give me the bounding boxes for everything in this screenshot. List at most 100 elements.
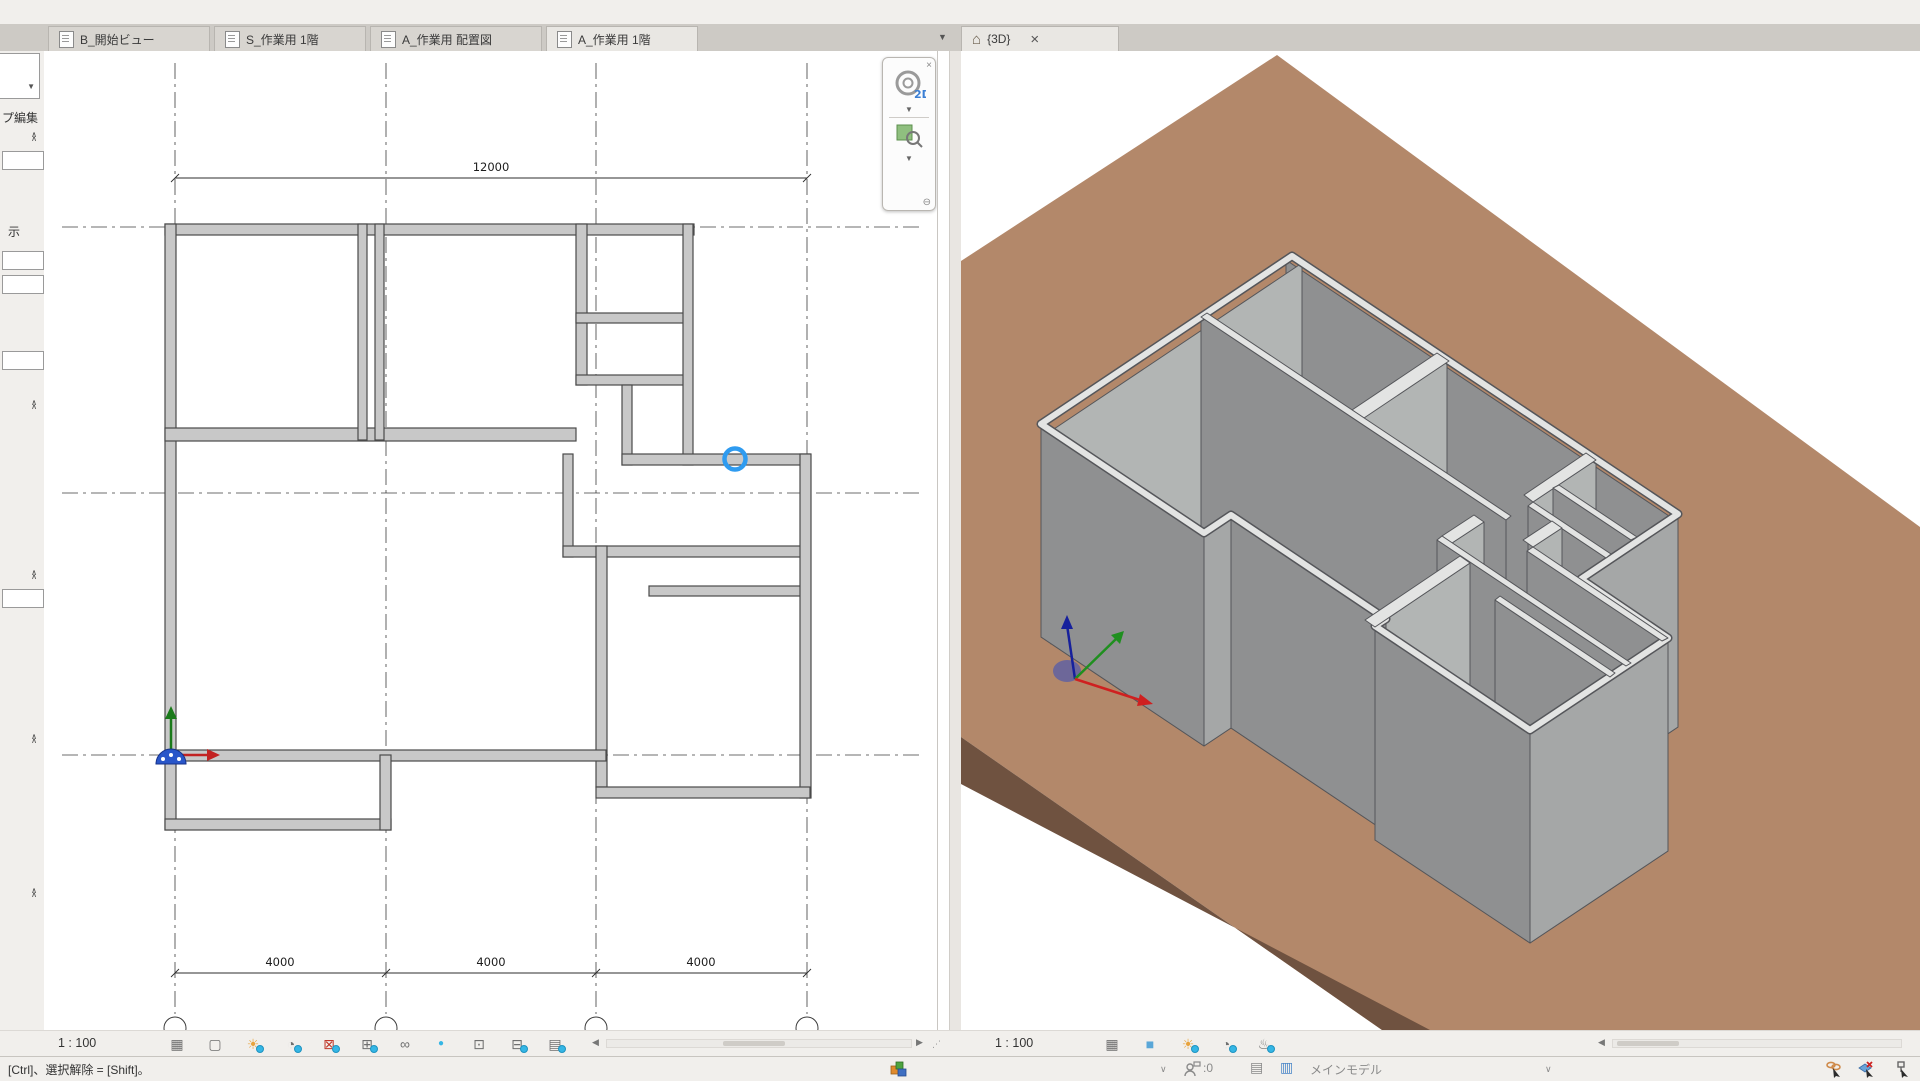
view-tab-bar: B_開始ビュー S_作業用 1階 A_作業用 配置図 A_作業用 1階 ▼ ⌂ … xyxy=(0,24,1920,51)
tab-a-work-1f[interactable]: A_作業用 1階 xyxy=(546,26,698,51)
walls[interactable] xyxy=(165,224,811,830)
collapse-section-icon[interactable]: ∧∧ xyxy=(28,735,40,743)
tab-label: A_作業用 配置図 xyxy=(402,31,492,48)
view-icon xyxy=(381,31,396,48)
3d-view-control-bar: 1 : 100 ▦ ■ ☀ ◔ ♨ ◀ xyxy=(961,1031,1920,1057)
steering-wheel-button[interactable]: 2D ▼ xyxy=(883,70,935,114)
tab-list-chevron-icon[interactable]: ▼ xyxy=(938,32,947,42)
worksets-icon[interactable] xyxy=(890,1060,908,1078)
view-icon xyxy=(59,31,74,48)
view-control-bars: 1 : 100 ▦ ▢ ☀ ◔ ⊠ ⊞ ∞ ● ⊡ ⊟ ▤ ◀ ▶ ⋰ 1 : … xyxy=(0,1030,1920,1057)
temporary-view-properties-icon[interactable]: ● xyxy=(430,1034,452,1054)
plan-vertical-scrollbar[interactable]: ▲ ▼ xyxy=(937,51,938,1030)
detail-level-icon[interactable]: ▦ xyxy=(166,1034,188,1054)
editing-requests-count: :0 xyxy=(1203,1061,1213,1075)
analytical-model-icon[interactable]: ⊡ xyxy=(468,1034,490,1054)
ribbon-bottom-strip xyxy=(0,0,1920,25)
shadows-icon[interactable]: ◔ xyxy=(1215,1034,1237,1054)
dimension-bottom[interactable] xyxy=(171,969,811,977)
pane-resize-handle[interactable]: ⋰ xyxy=(932,1039,941,1050)
edit-type-label[interactable]: プ編集 xyxy=(2,109,38,126)
view-icon xyxy=(225,31,240,48)
dim-text[interactable]: 4000 xyxy=(686,955,715,969)
tab-3d-view[interactable]: ⌂ {3D} × xyxy=(961,26,1119,51)
home-icon: ⌂ xyxy=(972,32,981,47)
tab-label: S_作業用 1階 xyxy=(246,31,319,48)
property-field[interactable] xyxy=(2,151,44,170)
property-label: 示 xyxy=(8,223,20,240)
grid-bubbles[interactable] xyxy=(164,1017,818,1030)
3d-view-window xyxy=(961,51,1920,1030)
properties-palette-fragment: ▼ プ編集 ∧∧ 示 ∧∧ ∧∧ ∧∧ ∧∧ xyxy=(0,51,45,1030)
status-bar: [Ctrl]、選択解除 = [Shift]。 ∨ :0 ▤ ▥ メインモデル ∨ xyxy=(0,1056,1920,1081)
property-field[interactable] xyxy=(2,251,44,270)
tab-label: {3D} xyxy=(987,32,1010,46)
close-icon[interactable]: × xyxy=(1030,31,1039,48)
editing-requests-icon[interactable] xyxy=(1183,1060,1201,1078)
steering-wheel-icon: 2D xyxy=(892,70,926,100)
design-options-icon[interactable]: ▤ xyxy=(1250,1059,1263,1076)
status-message: [Ctrl]、選択解除 = [Shift]。 xyxy=(8,1061,150,1078)
zoom-region-icon xyxy=(894,121,924,149)
reveal-constraints-icon[interactable]: ⊟ xyxy=(506,1034,528,1054)
scroll-right-icon[interactable]: ▶ xyxy=(916,1037,923,1048)
scale-button[interactable]: 1 : 100 xyxy=(995,1036,1033,1050)
chevron-down-icon: ▼ xyxy=(27,82,35,91)
chevron-down-icon[interactable]: ▼ xyxy=(883,154,935,163)
scroll-left-icon[interactable]: ◀ xyxy=(592,1037,599,1048)
property-field[interactable] xyxy=(2,589,44,608)
sun-path-icon[interactable]: ☀ xyxy=(1177,1034,1199,1054)
wheel-2d-label: 2D xyxy=(914,88,926,100)
tab-a-work-siteplan[interactable]: A_作業用 配置図 xyxy=(370,26,542,51)
show-crop-region-icon[interactable]: ⊞ xyxy=(356,1034,378,1054)
worksets-chevron-icon[interactable]: ∨ xyxy=(1160,1064,1167,1075)
worksharing-display-icon[interactable]: ▤ xyxy=(544,1034,566,1054)
property-field[interactable] xyxy=(2,351,44,370)
collapse-section-icon[interactable]: ∧∧ xyxy=(28,133,40,141)
dim-text[interactable]: 4000 xyxy=(265,955,294,969)
plan-view-window: 12000 4000 4000 4000 xyxy=(44,51,949,1030)
crop-view-icon[interactable]: ⊠ xyxy=(318,1034,340,1054)
zoom-region-button[interactable]: ▼ xyxy=(883,121,935,163)
shadows-icon[interactable]: ◔ xyxy=(280,1034,302,1054)
3d-horizontal-scrollbar[interactable] xyxy=(1612,1039,1902,1048)
tab-s-work-1f[interactable]: S_作業用 1階 xyxy=(214,26,366,51)
visual-style-icon[interactable]: ■ xyxy=(1139,1034,1161,1054)
navbar-collapse-icon[interactable]: ⊖ xyxy=(923,197,931,208)
grid-lines[interactable] xyxy=(62,63,924,1014)
type-selector-dropdown[interactable]: ▼ xyxy=(0,53,40,99)
revit-window: B_開始ビュー S_作業用 1階 A_作業用 配置図 A_作業用 1階 ▼ ⌂ … xyxy=(0,0,1920,1080)
plan-canvas[interactable]: 12000 4000 4000 4000 xyxy=(44,51,937,1030)
view-icon xyxy=(557,31,572,48)
chevron-down-icon[interactable]: ▼ xyxy=(883,105,935,114)
scrollbar-thumb[interactable] xyxy=(723,1041,785,1046)
dimension-top[interactable] xyxy=(171,174,811,182)
sun-path-icon[interactable]: ☀ xyxy=(242,1034,264,1054)
design-options-chevron-icon[interactable]: ∨ xyxy=(1545,1064,1552,1075)
collapse-section-icon[interactable]: ∧∧ xyxy=(28,401,40,409)
reveal-hidden-elements-icon[interactable]: ∞ xyxy=(394,1034,416,1054)
active-design-option-icon[interactable]: ▥ xyxy=(1280,1059,1293,1076)
3d-canvas[interactable] xyxy=(961,51,1920,1030)
select-links-icon[interactable] xyxy=(1825,1060,1843,1078)
collapse-section-icon[interactable]: ∧∧ xyxy=(28,889,40,897)
property-field[interactable] xyxy=(2,275,44,294)
scale-button[interactable]: 1 : 100 xyxy=(58,1036,96,1050)
plan-horizontal-scrollbar[interactable] xyxy=(606,1039,912,1048)
dim-text[interactable]: 12000 xyxy=(473,160,510,174)
show-rendering-dialog-icon[interactable]: ♨ xyxy=(1253,1034,1275,1054)
scrollbar-thumb[interactable] xyxy=(1617,1041,1679,1046)
tab-label: A_作業用 1階 xyxy=(578,31,651,48)
tab-start-view[interactable]: B_開始ビュー xyxy=(48,26,210,51)
select-underlay-icon[interactable] xyxy=(1858,1060,1876,1078)
dim-text[interactable]: 4000 xyxy=(476,955,505,969)
navbar-close-icon[interactable]: × xyxy=(926,60,932,71)
visual-style-icon[interactable]: ▢ xyxy=(204,1034,226,1054)
collapse-section-icon[interactable]: ∧∧ xyxy=(28,571,40,579)
detail-level-icon[interactable]: ▦ xyxy=(1101,1034,1123,1054)
navigation-bar: × 2D ▼ ▼ xyxy=(882,57,936,211)
active-design-option-label: メインモデル xyxy=(1310,1061,1382,1078)
scroll-left-icon[interactable]: ◀ xyxy=(1598,1037,1605,1048)
select-pinned-icon[interactable] xyxy=(1893,1060,1911,1078)
plan-view-control-bar: 1 : 100 ▦ ▢ ☀ ◔ ⊠ ⊞ ∞ ● ⊡ ⊟ ▤ ◀ ▶ ⋰ xyxy=(44,1031,949,1057)
